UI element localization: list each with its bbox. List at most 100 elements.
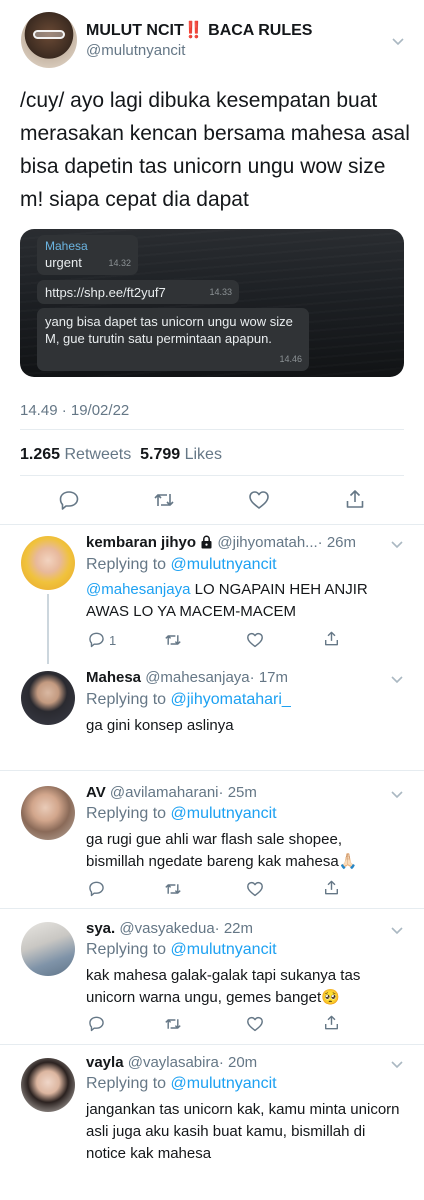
like-button[interactable] <box>246 632 264 648</box>
retweet-button[interactable] <box>164 632 182 648</box>
retweet-icon <box>165 884 181 894</box>
chat-message: yang bisa dapet tas unicorn ungu wow siz… <box>45 314 293 346</box>
author-display-name[interactable]: MULUT NCIT‼️ BACA RULES <box>86 20 312 40</box>
share-button[interactable] <box>323 630 340 647</box>
retweet-icon <box>165 1019 181 1029</box>
tweet-timestamp[interactable]: 14.49 · 19/02/22 <box>20 402 129 419</box>
replying-to: Replying to @mulutnyancit <box>86 1075 277 1092</box>
likes-label[interactable]: Likes <box>185 446 222 463</box>
retweet-button[interactable] <box>153 490 175 510</box>
reply-header: AV @avilamaharani· 25m <box>86 784 257 801</box>
reply-author-handle[interactable]: @jihyomatah... <box>217 534 317 551</box>
reply-avatar[interactable] <box>21 786 75 840</box>
reply-count: 1 <box>109 633 117 648</box>
replying-to-link[interactable]: @mulutnyancit <box>171 1075 277 1092</box>
reply-author-name[interactable]: Mahesa <box>86 669 141 686</box>
reply-avatar[interactable] <box>21 536 75 590</box>
chevron-down-icon[interactable] <box>391 924 403 936</box>
retweet-button[interactable] <box>164 1016 182 1032</box>
like-button[interactable] <box>248 490 270 510</box>
chevron-down-icon[interactable] <box>391 1058 403 1070</box>
share-button[interactable] <box>344 488 366 510</box>
share-button[interactable] <box>323 1014 340 1031</box>
reply-button[interactable] <box>88 1015 105 1032</box>
chevron-down-icon[interactable] <box>391 673 403 685</box>
heart-icon <box>247 1016 263 1032</box>
reply-icon <box>89 632 104 648</box>
reply-time[interactable]: · 25m <box>219 784 257 801</box>
share-icon <box>325 1015 338 1030</box>
reply-text: kak mahesa galak-galak tapi sukanya tas … <box>86 967 361 1006</box>
chat-bubble: Mahesa urgent 14.32 <box>37 235 138 275</box>
tweet-stats: 1.265 Retweets 5.799 Likes <box>20 446 222 464</box>
tweet-text: /cuy/ ayo lagi dibuka kesempatan buat me… <box>20 89 410 211</box>
chat-message: urgent <box>45 255 82 270</box>
author-handle[interactable]: @mulutnyancit <box>86 42 185 59</box>
like-button[interactable] <box>246 1016 264 1032</box>
reply-author-handle[interactable]: @mahesanjaya <box>145 669 249 686</box>
divider <box>20 429 404 430</box>
heart-icon <box>247 881 263 897</box>
replying-to: Replying to @mulutnyancit <box>86 941 277 958</box>
reply-time[interactable]: · 26m <box>318 534 356 551</box>
reply-author-name[interactable]: kembaran jihyo <box>86 534 196 551</box>
reply-time[interactable]: · 17m <box>250 669 288 686</box>
reply-avatar[interactable] <box>21 671 75 725</box>
share-icon <box>346 490 364 508</box>
replying-to-link[interactable]: @jihyomatahari_ <box>171 691 291 708</box>
mention-link[interactable]: @mahesanjaya <box>86 581 190 598</box>
reply-header: kembaran jihyo @jihyomatah...· 26m <box>86 534 356 551</box>
likes-count[interactable]: 5.799 <box>140 446 180 463</box>
reply-header: vayla @vaylasabira· 20m <box>86 1054 257 1071</box>
reply-header: sya. @vasyakedua· 22m <box>86 920 253 937</box>
retweets-count[interactable]: 1.265 <box>20 446 60 463</box>
reply-author-handle[interactable]: @avilamaharani <box>110 784 219 801</box>
reply-text: ga gini konsep aslinya <box>86 717 234 734</box>
retweet-icon <box>165 635 181 645</box>
chat-time: 14.32 <box>108 258 131 268</box>
like-button[interactable] <box>246 881 264 897</box>
reply-icon <box>89 881 104 897</box>
replying-to-link[interactable]: @mulutnyancit <box>171 556 277 573</box>
reply-icon <box>89 1016 104 1032</box>
author-avatar[interactable] <box>21 12 77 68</box>
reply-author-name[interactable]: sya. <box>86 920 115 937</box>
reply-author-handle[interactable]: @vaylasabira <box>128 1054 219 1071</box>
reply-time[interactable]: · 22m <box>215 920 253 937</box>
chat-time: 14.46 <box>279 354 302 364</box>
share-icon <box>325 880 338 895</box>
chat-message: https://shp.ee/ft2yuf7 <box>45 285 166 300</box>
heart-icon <box>249 491 269 509</box>
reply-button[interactable] <box>88 880 105 897</box>
reply-avatar[interactable] <box>21 922 75 976</box>
divider <box>0 770 424 771</box>
divider <box>0 1044 424 1045</box>
chat-screenshot-image[interactable]: Mahesa urgent 14.32 https://shp.ee/ft2yu… <box>20 229 404 377</box>
divider <box>20 475 404 476</box>
reply-author-name[interactable]: AV <box>86 784 106 801</box>
reply-time[interactable]: · 20m <box>219 1054 257 1071</box>
retweets-label[interactable]: Retweets <box>65 446 132 463</box>
reply-author-name[interactable]: vayla <box>86 1054 124 1071</box>
reply-button[interactable] <box>88 631 105 648</box>
chevron-down-icon[interactable] <box>391 788 403 800</box>
reply-author-handle[interactable]: @vasyakedua <box>119 920 214 937</box>
replying-to-link[interactable]: @mulutnyancit <box>171 805 277 822</box>
replying-to: Replying to @mulutnyancit <box>86 805 277 822</box>
lock-icon <box>200 534 213 551</box>
reply-icon <box>59 491 79 510</box>
divider <box>0 524 424 525</box>
share-button[interactable] <box>323 879 340 896</box>
replying-to: Replying to @mulutnyancit <box>86 556 277 573</box>
reply-header: Mahesa @mahesanjaya· 17m <box>86 669 288 686</box>
chevron-down-icon[interactable] <box>391 538 403 550</box>
replying-to-link[interactable]: @mulutnyancit <box>171 941 277 958</box>
share-icon <box>325 631 338 646</box>
reply-text: ga rugi gue ahli war flash sale shopee, … <box>86 831 358 870</box>
reply-avatar[interactable] <box>21 1058 75 1112</box>
chevron-down-icon[interactable] <box>392 35 404 47</box>
reply-button[interactable] <box>58 489 80 511</box>
retweet-button[interactable] <box>164 881 182 897</box>
chat-bubble: https://shp.ee/ft2yuf7 14.33 <box>37 280 239 304</box>
reply-text: jangankan tas unicorn kak, kamu minta un… <box>86 1101 400 1162</box>
